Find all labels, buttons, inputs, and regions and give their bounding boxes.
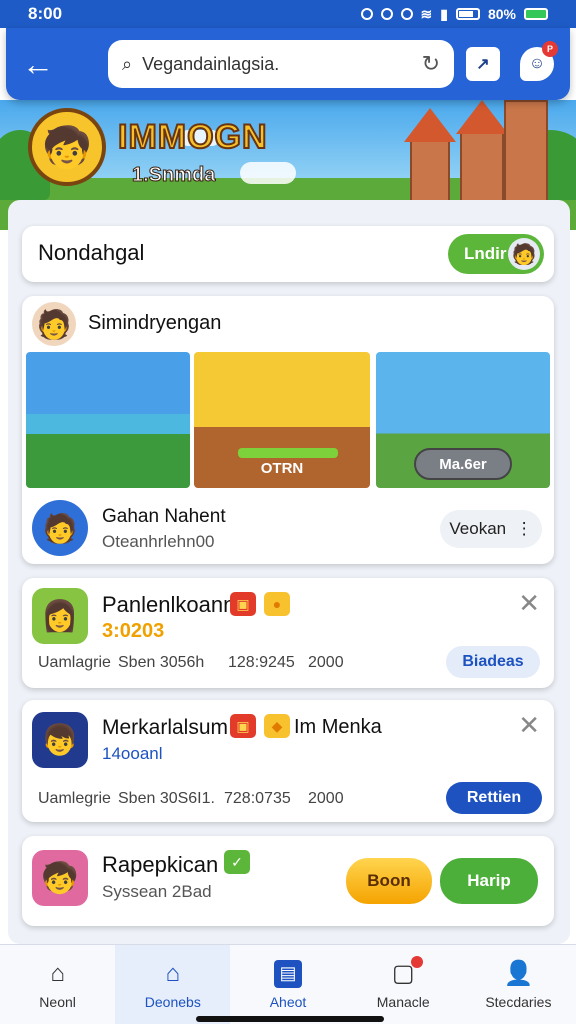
item-action-button[interactable]: Biadeas [446, 646, 540, 678]
game-subtitle: 1.Snmda [131, 164, 216, 187]
screenshot-caption: OTRN [260, 460, 304, 477]
nav-label: Neonl [39, 993, 76, 1010]
coin-icon: ● [264, 592, 290, 616]
item-title: Panlenlkoann [102, 592, 236, 617]
help-button[interactable]: Harip [440, 858, 538, 904]
verify-button-label: Veokan [449, 519, 507, 538]
nav-item-deonebs[interactable]: ⌂ Deonebs [115, 945, 231, 1024]
lake-shape [26, 414, 190, 434]
author-avatar[interactable]: 🧑 [32, 500, 88, 556]
screenshot-more-button[interactable]: Ma.6er [414, 448, 512, 480]
feature-title: Simindryengan [88, 312, 222, 334]
status-icons: ≋ ▮ 80% [360, 5, 548, 23]
item-avatar: 👩 [32, 588, 88, 644]
cloud-shape [240, 162, 296, 184]
item-meta-year: 2000 [308, 654, 344, 671]
close-icon[interactable]: ✕ [518, 710, 540, 741]
house-outline-icon: ⌂ [165, 959, 181, 987]
item-avatar: 👦 [32, 712, 88, 768]
game-title: IMMOGN [117, 117, 268, 157]
profile-icon: 👤 [503, 960, 534, 987]
item-subtitle: 14ooanl [102, 744, 163, 763]
gift-icon: ▣ [230, 714, 256, 738]
progress-bar [238, 448, 338, 458]
castle-roof [456, 100, 508, 134]
back-arrow-icon[interactable]: ← [18, 44, 58, 84]
item-meta-time: 728:0735 [224, 790, 291, 807]
castle-roof [404, 108, 456, 142]
home-icon: ⌂ [50, 959, 65, 987]
author-subtitle: Oteanhrlehn00 [102, 532, 215, 551]
header-action-label: Lndir [464, 244, 507, 263]
list-item[interactable]: 👦 Merkarlalsum ▣ ◆ Im Menka 14ooanl ✕ Ua… [22, 700, 554, 822]
more-vertical-icon: ⋮ [515, 519, 533, 538]
nav-label: Deonebs [144, 993, 201, 1010]
feature-card: 🧑 Simindryengan OTRN Ma.6er 🧑 Gahan Nahe… [22, 296, 554, 564]
list-item[interactable]: 👩 Panlenlkoann ▣ ● 3:0203 ✕ Uamlagrie Sb… [22, 578, 554, 688]
game-logo[interactable]: 🧒 [28, 108, 106, 186]
status-bar: 8:00 ≋ ▮ 80% [0, 0, 576, 28]
item-title: Merkarlalsum [102, 716, 229, 739]
screenshot-3[interactable]: Ma.6er [376, 352, 550, 488]
wifi-icon: ≋ [420, 5, 433, 22]
refresh-icon[interactable]: ↻ [422, 51, 440, 77]
boost-button[interactable]: Boon [346, 858, 432, 904]
battery-icon [455, 8, 480, 20]
item-meta-category: Uamlagrie [38, 654, 111, 671]
nav-label: Aheot [269, 993, 307, 1010]
close-icon[interactable]: ✕ [518, 588, 540, 619]
diamond-icon: ◆ [264, 714, 290, 738]
screenshot-2[interactable]: OTRN [194, 352, 370, 488]
verified-icon: ✓ [224, 850, 250, 874]
location-icon [380, 8, 393, 20]
nav-item-aheot[interactable]: ▤ Aheot [230, 945, 345, 1024]
item-action-button[interactable]: Rettien [446, 782, 542, 814]
item-score: 3:0203 [102, 620, 165, 642]
notification-icon: ▢ [389, 955, 424, 988]
item-title: Rapepkican [102, 852, 219, 877]
app-bar: ← ⌕ Vegandainlagsia. ↻ ↗ ☺ P [6, 28, 570, 100]
nav-label: Manacle [376, 993, 430, 1010]
item-avatar: 🧒 [32, 850, 88, 906]
search-icon: ⌕ [122, 53, 133, 74]
chat-icon[interactable]: ☺ P [520, 41, 558, 81]
battery-saver-icon [524, 8, 548, 20]
item-title-extra: Im Menka [294, 716, 382, 738]
signal-icon: ▮ [440, 5, 448, 22]
document-icon: ▤ [274, 959, 302, 988]
record-icon [360, 8, 373, 20]
section-header-label: Nondahgal [38, 240, 145, 265]
header-action-button[interactable]: Lndir 🧑 [448, 234, 544, 274]
alarm-icon [400, 8, 413, 20]
gift-icon: ▣ [230, 592, 256, 616]
nav-item-manacle[interactable]: ▢ Manacle [346, 945, 461, 1024]
screenshot-1[interactable] [26, 352, 190, 488]
search-bar[interactable]: ⌕ Vegandainlagsia. ↻ [108, 40, 454, 88]
search-input[interactable]: Vegandainlagsia. [142, 54, 411, 75]
battery-percent: 80% [487, 6, 516, 22]
status-time: 8:00 [28, 4, 63, 23]
bottom-nav: ⌂ Neonl ⌂ Deonebs ▤ Aheot ▢ Manacle 👤 St… [0, 944, 576, 1024]
item-meta-time: 128:9245 [228, 654, 295, 671]
item-meta-size: Sben 3056h [118, 654, 205, 671]
avatar[interactable]: 🧑 [32, 302, 76, 346]
author-name: Gahan Nahent [102, 506, 226, 527]
nav-label: Stecdaries [485, 993, 552, 1010]
nav-item-profile[interactable]: 👤 Stecdaries [461, 945, 576, 1024]
item-subtitle: Syssean 2Bad [102, 882, 212, 901]
list-item[interactable]: 🧒 Rapepkican ✓ Syssean 2Bad Boon Harip [22, 836, 554, 926]
item-meta-category: Uamlegrie [38, 790, 111, 807]
item-meta-size: Sben 30S6I1. [118, 790, 215, 807]
home-indicator[interactable] [196, 1016, 384, 1022]
nav-item-home[interactable]: ⌂ Neonl [0, 945, 115, 1024]
chart-icon[interactable]: ↗ [466, 47, 500, 81]
item-meta-year: 2000 [308, 790, 344, 807]
chat-badge: P [542, 41, 558, 57]
avatar: 🧑 [508, 238, 540, 270]
notification-badge [411, 955, 424, 968]
verify-button[interactable]: Veokan ⋮ [440, 510, 542, 548]
section-header-card: Nondahgal Lndir 🧑 [22, 226, 554, 282]
